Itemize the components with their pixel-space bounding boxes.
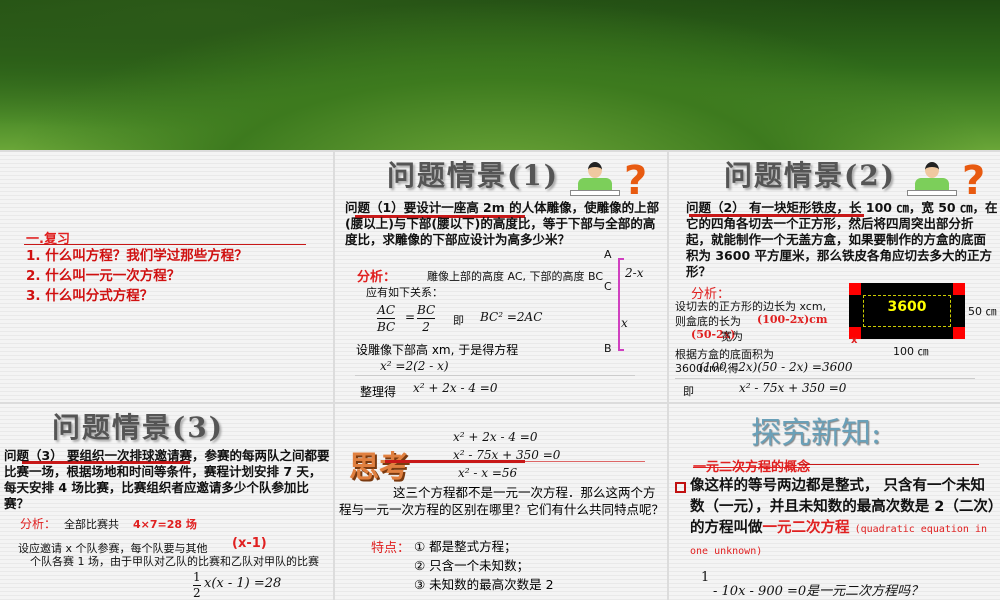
analysis-label: 分析： xyxy=(357,270,397,285)
feature-item: ③ 未知数的最高次数是 2 xyxy=(414,577,554,592)
equation: x² =2(2 - x) xyxy=(380,359,449,373)
question-text: 这三个方程都不是一元一次方程．那么这两个方程与一元一次方程的区别在哪里？它们有什… xyxy=(339,485,665,517)
slide-problem-1[interactable]: 问题情景(1) ? 问题（1）要设计一座高 2m 的人体雕像，使雕像的上部(腰以… xyxy=(335,152,667,402)
slide-title: 问题情景(2) xyxy=(724,159,896,192)
question-mark-icon: ? xyxy=(962,158,986,204)
point-b: B xyxy=(604,342,612,355)
height-bracket xyxy=(618,258,624,351)
question-mark-icon: ? xyxy=(624,158,648,204)
fraction: AC BC xyxy=(377,303,396,334)
slide-new-knowledge[interactable]: 探究新知: 一元二次方程的概念 像这样的等号两边都是整式， 只含有一个未知数（一… xyxy=(669,404,1000,600)
review-item: 3. 什么叫分式方程？ xyxy=(26,288,154,304)
problem-text: 问题（2） 有一块矩形铁皮，长 100 ㎝，宽 50 ㎝，在它的四角各切去一个正… xyxy=(686,200,998,279)
bullet-square-icon xyxy=(675,482,686,493)
equation: x² - 75x + 350 =0 xyxy=(453,448,561,462)
width-dimension: 50 ㎝ xyxy=(968,305,997,318)
problem-text: 问题（3） 要组织一次排球邀请赛，参赛的每两队之间都要比赛一场，根据场地和时间等… xyxy=(4,448,330,511)
fraction: BC 2 xyxy=(417,303,436,334)
set-text: 设雕像下部高 xm, 于是得方程 xyxy=(356,343,519,357)
bottom-length: x xyxy=(621,316,628,330)
fraction-numerator: 1 xyxy=(701,570,710,585)
top-length: 2-x xyxy=(625,266,644,280)
analysis-text: 雕像上部的高度 AC, 下部的高度 BC xyxy=(427,270,604,283)
concept-subtitle: 一元二次方程的概念 xyxy=(693,460,811,475)
point-c: C xyxy=(604,280,612,293)
thinking-student-icon xyxy=(907,160,957,200)
ji-label: 即 xyxy=(453,314,464,327)
ji-label: 即 xyxy=(683,385,694,398)
equation: x(x - 1) =28 xyxy=(204,576,282,591)
thinking-student-icon xyxy=(570,160,620,200)
feature-item: ① 都是整式方程； xyxy=(414,539,517,554)
feature-item: ② 只含一个未知数； xyxy=(414,558,530,573)
analysis-text: 个队各赛 1 场，由于甲队对乙队的比赛和乙队对甲队的比赛 xyxy=(30,555,319,568)
length-dimension: 100 ㎝ xyxy=(893,345,929,358)
equation: x² + 2x - 4 =0 xyxy=(413,381,498,395)
definition-text: 像这样的等号两边都是整式， 只含有一个未知数（一元），并且未知数的最高次数是 2… xyxy=(690,478,996,557)
features-label: 特点： xyxy=(371,541,411,556)
iron-sheet-diagram: 3600 xyxy=(849,283,965,339)
slide-think[interactable]: 思考 x² + 2x - 4 =0 x² - 75x + 350 =0 x² -… xyxy=(335,404,667,600)
review-item: 1. 什么叫方程？我们学过那些方程？ xyxy=(26,248,248,264)
analysis-text: 全部比赛共 xyxy=(64,518,119,531)
slide-title: 问题情景(1) xyxy=(387,159,559,192)
analysis-text: 设切去的正方形的边长为 xcm, xyxy=(675,300,827,313)
problem-text: 问题（1）要设计一座高 2m 的人体雕像，使雕像的上部(腰以上)与下部(腰以下)… xyxy=(345,200,660,247)
tidy-label: 整理得 xyxy=(360,385,397,399)
equation: x² - x =56 xyxy=(458,466,518,480)
think-logo: 思考 xyxy=(349,450,409,485)
area-label: 3600 xyxy=(887,299,927,315)
slide-review[interactable]: 一.复习 1. 什么叫方程？我们学过那些方程？ 2. 什么叫一元一次方程？ 3.… xyxy=(0,152,333,402)
analysis-text: 则盒底的长为 xyxy=(675,315,741,328)
equation: BC² =2AC xyxy=(480,310,543,324)
slide-title: 探究新知: xyxy=(751,416,882,451)
slide-problem-3[interactable]: 问题情景(3) 问题（3） 要组织一次排球邀请赛，参赛的每两队之间都要比赛一场，… xyxy=(0,404,333,600)
slide-problem-2[interactable]: 问题情景(2) ? 问题（2） 有一块矩形铁皮，长 100 ㎝，宽 50 ㎝，在… xyxy=(669,152,1000,402)
grass-banner-image xyxy=(0,0,1000,150)
review-item: 2. 什么叫一元一次方程？ xyxy=(26,268,181,284)
analysis-label: 分析： xyxy=(20,517,57,531)
other-teams-expr: (x-1) xyxy=(232,536,267,551)
fraction: 12 xyxy=(193,570,201,600)
equation: x² + 2x - 4 =0 xyxy=(453,430,538,444)
equation: x² - 75x + 350 =0 xyxy=(739,381,847,395)
slide-title: 问题情景(3) xyxy=(52,411,224,444)
question-equation: - 10x - 900 =0是一元二次方程吗？ xyxy=(713,584,924,599)
length-expr: (100-2x)cm xyxy=(757,313,828,326)
relation-text: 应有如下关系： xyxy=(366,286,443,299)
features-list: ① 都是整式方程； ② 只含一个未知数； ③ 未知数的最高次数是 2 xyxy=(414,537,554,594)
width-label: 宽为 xyxy=(721,330,743,343)
games-count: 4×7=28 场 xyxy=(133,518,197,531)
point-a: A xyxy=(604,248,612,261)
equation: (100 - 2x)(50 - 2x) =3600 xyxy=(699,360,853,374)
cut-size-label: x xyxy=(851,335,858,346)
